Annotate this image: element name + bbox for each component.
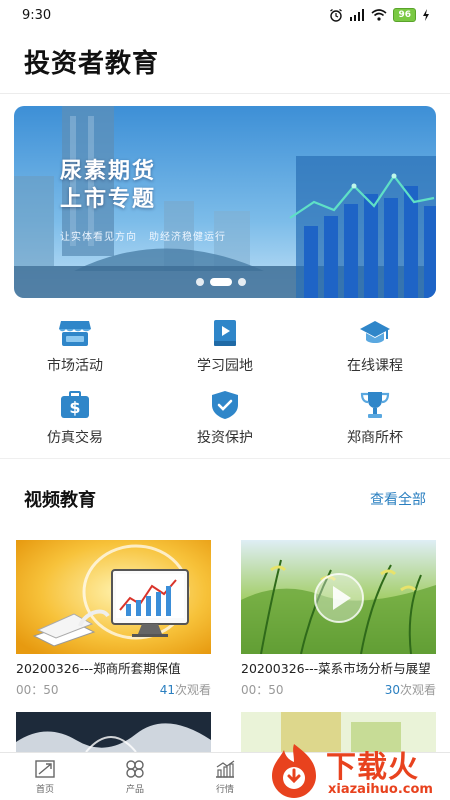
flame-logo-icon [272,744,316,798]
market-chart-icon [216,760,235,778]
banner-headline: 尿素期货 上市专题 [60,158,156,214]
video-duration: 00：50 [241,683,284,697]
alarm-icon [330,8,343,22]
page-title: 投资者教育 [24,49,160,79]
nav-market[interactable]: 行情 [180,753,270,800]
video-thumbnail[interactable] [241,540,436,654]
quick-link-label: 在线课程 [347,358,403,374]
quick-link-simulated-trading[interactable]: $ 仿真交易 [0,384,150,456]
page-header: 投资者教育 [0,30,450,94]
video-card-peek[interactable] [16,712,211,752]
video-thumbnail[interactable] [16,540,211,654]
video-meta: 00：50 41次观看 [16,681,211,698]
nav-products[interactable]: 产品 [90,753,180,800]
quick-link-investor-protection[interactable]: 投资保护 [150,384,300,456]
video-card[interactable]: 20200326---菜系市场分析与展望 00：50 30次观看 [241,540,436,698]
battery-indicator: 96 [393,8,416,22]
watermark-logo: 下载火 xiazaihuo.com [264,740,450,800]
carousel-dot-active[interactable] [210,278,232,286]
view-suffix: 次观看 [399,683,436,697]
watermark-text: 下载火 [326,750,419,785]
quick-link-market-activity[interactable]: 市场活动 [0,312,150,384]
watermark-url: xiazaihuo.com [328,782,433,797]
video-title[interactable]: 20200326---菜系市场分析与展望 [241,658,436,677]
wifi-icon [371,9,387,21]
status-time: 9:30 [22,7,52,23]
see-all-link[interactable]: 查看全部 [370,489,426,509]
charging-icon [423,9,429,21]
trophy-icon [359,390,391,420]
carousel-indicator [196,278,246,286]
signal-icon [350,9,365,21]
banner-subtitle-left: 让实体看见方向 [60,232,137,243]
video-views: 41次观看 [160,681,211,698]
dollar-briefcase-icon: $ [59,390,91,420]
nav-home[interactable]: 首页 [0,753,90,800]
quick-link-study-area[interactable]: 学习园地 [150,312,300,384]
status-icons: 96 [329,8,430,22]
quick-link-label: 市场活动 [47,358,103,374]
view-count: 41 [159,683,175,697]
quick-links-grid: 市场活动 学习园地 在线课程 $ 仿真交易 投资保护 郑商所杯 [0,312,450,456]
video-views: 30次观看 [385,681,436,698]
banner-title-line1: 尿素期货 [60,159,157,184]
banner-title-line2: 上市专题 [60,187,157,212]
svg-text:$: $ [69,398,80,417]
video-card[interactable]: 20200326---郑商所套期保值 00：50 41次观看 [16,540,211,698]
video-title[interactable]: 20200326---郑商所套期保值 [16,658,211,677]
video-section-header: 视频教育 查看全部 [24,484,426,514]
nav-label: 行情 [215,784,234,795]
quick-link-label: 郑商所杯 [347,430,403,446]
quick-link-label: 投资保护 [197,430,253,446]
banner-subtitle-right: 助经济稳健运行 [149,232,226,243]
nav-label: 产品 [125,784,144,795]
shield-check-icon [209,390,241,420]
quick-link-label: 仿真交易 [47,430,103,446]
carousel-dot[interactable] [238,278,246,286]
play-book-icon [209,318,241,348]
video-duration: 00：50 [16,683,59,697]
quick-link-label: 学习园地 [197,358,253,374]
banner-subtitle: 让实体看见方向 助经济稳健运行 [60,228,226,243]
quick-link-online-course[interactable]: 在线课程 [300,312,450,384]
view-count: 30 [384,683,400,697]
home-icon [35,759,55,778]
section-divider [0,458,450,459]
status-bar: 9:30 96 [0,0,450,30]
nav-label: 首页 [35,784,54,795]
graduation-cap-icon [359,318,391,348]
storefront-icon [59,318,91,348]
section-title: 视频教育 [24,490,96,511]
banner-carousel[interactable]: 尿素期货 上市专题 让实体看见方向 助经济稳健运行 [14,106,436,298]
view-suffix: 次观看 [174,683,211,697]
carousel-dot[interactable] [196,278,204,286]
products-icon [126,759,144,778]
video-meta: 00：50 30次观看 [241,681,436,698]
quick-link-zce-cup[interactable]: 郑商所杯 [300,384,450,456]
